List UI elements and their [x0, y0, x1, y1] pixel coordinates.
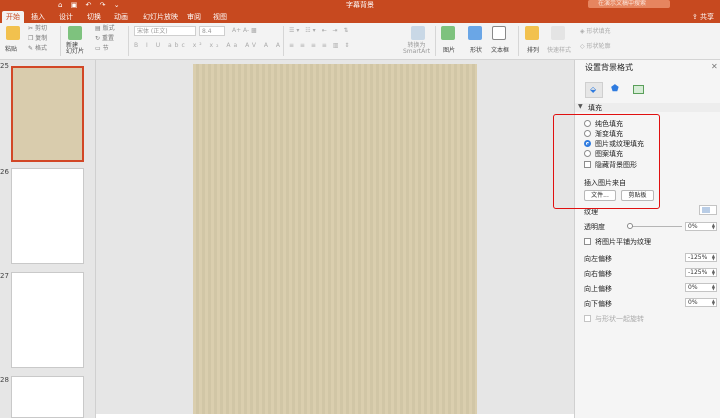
slide-number: 25	[0, 62, 9, 70]
tab-home[interactable]: 开始	[2, 11, 24, 23]
picture-label: 图片	[443, 47, 456, 54]
cut-button[interactable]: ✂ 剪切	[28, 25, 47, 33]
rotate-with-shape-checkbox[interactable]	[584, 315, 591, 322]
textbox-icon[interactable]	[492, 26, 506, 40]
offset-left-label: 向左偏移	[584, 255, 612, 263]
collapse-triangle-icon: ▼	[578, 103, 583, 110]
share-icon: ⇪	[691, 13, 698, 21]
fill-section-header[interactable]: ▼ 填充	[575, 103, 720, 112]
stepper-arrows-icon[interactable]: ▲ ▼	[712, 299, 715, 306]
shape-fill-button[interactable]: ◈ 形状填充	[580, 28, 611, 36]
divider	[60, 26, 61, 56]
format-painter-button[interactable]: ✎ 格式	[28, 45, 47, 53]
transparency-slider[interactable]	[628, 226, 682, 227]
pane-title: 设置背景格式	[585, 63, 633, 72]
tab-insert[interactable]: 插入	[27, 11, 49, 23]
tile-texture-checkbox[interactable]	[584, 238, 591, 245]
quick-styles-icon[interactable]	[551, 26, 565, 40]
share-button[interactable]: ⇪ 共享	[692, 11, 714, 23]
ribbon-tabs: 开始 插入 设计 切换 动画 幻灯片放映 审阅 视图 ⇪ 共享	[0, 10, 720, 23]
close-icon[interactable]: ✕	[711, 62, 718, 71]
tab-design[interactable]: 设计	[55, 11, 77, 23]
ribbon: 粘贴 ✂ 剪切 ❐ 复制 ✎ 格式 新建 幻灯片 ▤ 版式 ↻ 重置 ▭ 节 宋…	[0, 23, 720, 60]
shape-label: 形状	[470, 47, 483, 54]
tab-animations[interactable]: 动画	[110, 11, 132, 23]
rotate-with-shape-label: 与形状一起旋转	[595, 315, 644, 323]
transparency-stepper[interactable]: 0% ▲ ▼	[685, 222, 717, 231]
offset-right-stepper[interactable]: -125% ▲ ▼	[685, 268, 717, 277]
slide-number: 27	[0, 272, 9, 280]
stepper-arrows-icon[interactable]: ▲ ▼	[712, 223, 715, 230]
picture-category-icon[interactable]	[633, 85, 644, 94]
offset-right-label: 向右偏移	[584, 270, 612, 278]
shape-outline-button[interactable]: ◇ 形状轮廓	[580, 43, 611, 51]
paste-label: 粘贴	[5, 46, 18, 53]
slide-thumbnail-pane: 25 26 27 28	[0, 60, 96, 418]
slide-editing-area	[96, 60, 574, 418]
stepper-arrows-icon[interactable]: ▲ ▼	[712, 284, 715, 291]
tab-slideshow[interactable]: 幻灯片放映	[139, 11, 182, 23]
list-buttons[interactable]: ☰▾ ☷▾ ⇤ ⇥ ⇅	[289, 27, 351, 35]
tile-texture-label: 将图片平铺为纹理	[595, 238, 651, 246]
reset-button[interactable]: ↻ 重置	[95, 35, 114, 43]
slide-thumbnail[interactable]	[11, 168, 84, 264]
divider	[128, 26, 129, 56]
paint-bucket-icon: ⬙	[590, 85, 597, 94]
slide-number: 26	[0, 168, 9, 176]
slide-thumbnail-selected[interactable]	[11, 66, 84, 162]
arrange-label: 排列	[527, 47, 540, 54]
offset-top-label: 向上偏移	[584, 285, 612, 293]
offset-top-stepper[interactable]: 0% ▲ ▼	[685, 283, 717, 292]
highlight-box	[553, 114, 660, 209]
divider	[518, 26, 519, 56]
tab-view[interactable]: 视图	[209, 11, 231, 23]
transparency-slider-handle[interactable]	[627, 223, 633, 229]
smartart-icon[interactable]	[411, 26, 425, 40]
arrange-icon[interactable]	[525, 26, 539, 40]
picture-icon[interactable]	[441, 26, 455, 40]
section-button[interactable]: ▭ 节	[95, 45, 109, 53]
slide-thumbnail[interactable]	[11, 376, 84, 418]
title-bar: ⌂ ▣ ↶ ↷ ⌄ 字幕背景 在演示文稿中搜索	[0, 0, 720, 10]
align-buttons[interactable]: ≡ ≡ ≡ ≡ ▥ ⇕	[289, 42, 351, 50]
offset-bottom-label: 向下偏移	[584, 300, 612, 308]
notes-strip	[96, 414, 574, 418]
font-style-buttons[interactable]: B I U abc x² x₂ Aa AV A A	[134, 42, 283, 50]
effects-pentagon-icon[interactable]: ⬟	[611, 84, 619, 94]
texture-swatch-icon	[702, 207, 710, 213]
new-slide-label: 新建 幻灯片	[66, 42, 85, 55]
divider	[283, 26, 284, 56]
paste-icon[interactable]	[6, 26, 20, 40]
divider	[435, 26, 436, 56]
font-size-select[interactable]: 8.4	[199, 26, 225, 36]
fill-category-tab[interactable]: ⬙	[585, 82, 603, 98]
quick-styles-label: 快速样式	[547, 47, 572, 54]
tab-review[interactable]: 审阅	[183, 11, 205, 23]
search-input[interactable]: 在演示文稿中搜索	[588, 0, 670, 8]
copy-button[interactable]: ❐ 复制	[28, 35, 47, 43]
tab-transitions[interactable]: 切换	[83, 11, 105, 23]
textbox-label: 文本框	[491, 47, 510, 54]
texture-picker[interactable]	[699, 205, 717, 215]
stepper-arrows-icon[interactable]: ▲ ▼	[712, 254, 715, 261]
offset-bottom-stepper[interactable]: 0% ▲ ▼	[685, 298, 717, 307]
convert-smartart-label: 转换为 SmartArt	[403, 42, 431, 55]
layout-button[interactable]: ▤ 版式	[95, 25, 115, 33]
fill-section-label: 填充	[588, 104, 602, 112]
slide-number: 28	[0, 376, 9, 384]
font-name-select[interactable]: 宋体 (正文)	[134, 26, 196, 36]
slide-thumbnail[interactable]	[11, 272, 84, 368]
transparency-label: 透明度	[584, 223, 605, 231]
offset-left-stepper[interactable]: -125% ▲ ▼	[685, 253, 717, 262]
font-size-buttons[interactable]: A+ A- ▩	[232, 27, 257, 35]
new-slide-icon[interactable]	[68, 26, 82, 40]
stepper-arrows-icon[interactable]: ▲ ▼	[712, 269, 715, 276]
shape-icon[interactable]	[468, 26, 482, 40]
current-slide[interactable]	[193, 64, 477, 418]
